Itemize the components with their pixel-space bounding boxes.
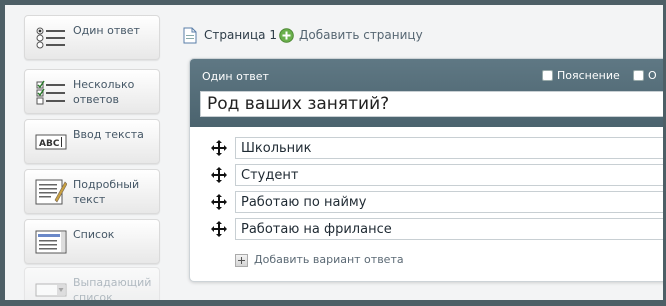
svg-text:ABC: ABC <box>39 139 60 149</box>
answer-field[interactable]: Школьник <box>235 137 663 159</box>
qtype-multiple-answers[interactable]: Несколько ответов <box>24 69 160 114</box>
dropdown-icon <box>35 283 67 297</box>
text-input-icon: ABC <box>35 134 67 150</box>
plus-icon <box>235 254 248 267</box>
add-icon <box>279 28 294 43</box>
qtype-list[interactable]: Список <box>24 219 160 264</box>
qtype-label: Ввод текста <box>73 128 144 141</box>
answer-row: Студент <box>190 164 663 187</box>
question-type-label: Один ответ <box>202 70 269 83</box>
textarea-icon <box>35 179 67 205</box>
qtype-label: Один ответ <box>73 24 140 37</box>
qtype-label: Список <box>73 228 115 241</box>
qtype-text-input[interactable]: ABC Ввод текста <box>24 119 160 164</box>
answer-row: Работаю по найму <box>190 191 663 214</box>
explanation-label: Пояснение <box>557 69 620 82</box>
add-answer-label: Добавить вариант ответа <box>254 253 404 266</box>
answer-field[interactable]: Работаю по найму <box>235 191 663 213</box>
question-title-field[interactable]: Род ваших занятий? <box>200 91 663 117</box>
question-header: Один ответ Пояснение О Род ваших занятий… <box>190 59 663 127</box>
move-icon[interactable] <box>211 194 227 210</box>
move-icon[interactable] <box>211 140 227 156</box>
qtype-label: Подробный текст <box>73 178 140 206</box>
question-card: Один ответ Пояснение О Род ваших занятий… <box>189 58 663 282</box>
page-icon <box>183 27 197 44</box>
answer-row: Работаю на фрилансе <box>190 218 663 241</box>
second-option-label: О <box>648 69 657 82</box>
answer-field[interactable]: Студент <box>235 164 663 186</box>
qtype-label: Несколько ответов <box>73 78 135 106</box>
radio-list-icon <box>36 27 65 49</box>
qtype-label: Выпадающий список <box>73 276 152 304</box>
answer-field[interactable]: Работаю на фрилансе <box>235 218 663 240</box>
listbox-icon <box>35 230 67 254</box>
qtype-dropdown[interactable]: Выпадающий список <box>24 267 160 304</box>
qtype-detailed-text[interactable]: Подробный текст <box>24 169 160 214</box>
checkbox-list-icon <box>36 80 65 105</box>
explanation-checkbox[interactable] <box>542 70 553 81</box>
add-page-label: Добавить страницу <box>299 28 423 42</box>
page-tab[interactable]: Страница 1 <box>204 28 277 42</box>
second-option-checkbox[interactable] <box>633 70 644 81</box>
move-icon[interactable] <box>211 221 227 237</box>
move-icon[interactable] <box>211 167 227 183</box>
qtype-single-answer[interactable]: Один ответ <box>24 15 160 60</box>
answer-row: Школьник <box>190 137 663 160</box>
app-frame: Один ответ Несколько ответов ABC Ввод те <box>0 0 666 306</box>
